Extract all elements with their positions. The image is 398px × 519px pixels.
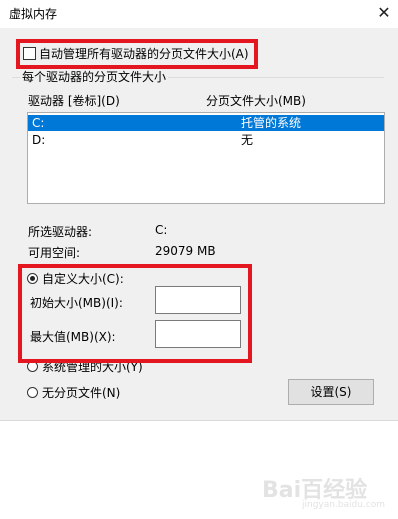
auto-manage-label[interactable]: 自动管理所有驱动器的分页文件大小(A) bbox=[39, 45, 249, 62]
title-bar: 虚拟内存 ✕ bbox=[0, 0, 398, 28]
free-space-value: 29079 MB bbox=[155, 244, 216, 258]
system-managed-label[interactable]: 系统管理的大小(Y) bbox=[42, 358, 143, 375]
drive-name: D: bbox=[32, 133, 46, 147]
drive-size: 无 bbox=[241, 133, 254, 147]
custom-size-radio[interactable] bbox=[27, 272, 38, 284]
drive-list[interactable]: C: 托管的系统 D: 无 bbox=[27, 112, 385, 204]
drives-group-title: 每个驱动器的分页文件大小 bbox=[20, 68, 169, 85]
initial-size-input[interactable] bbox=[155, 286, 241, 314]
no-paging-radio-row[interactable]: 无分页文件(N) bbox=[27, 384, 120, 400]
set-button[interactable]: 设置(S) bbox=[288, 379, 374, 405]
selected-drive-value: C: bbox=[155, 223, 168, 237]
virtual-memory-dialog: 虚拟内存 ✕ 自动管理所有驱动器的分页文件大小(A) 每个驱动器的分页文件大小 … bbox=[0, 0, 398, 421]
auto-manage-checkbox[interactable] bbox=[23, 46, 36, 60]
free-space-label: 可用空间: bbox=[28, 246, 81, 260]
drive-size: 托管的系统 bbox=[241, 116, 302, 130]
no-paging-radio[interactable] bbox=[27, 386, 38, 398]
watermark-url: jingyan.baidu.com bbox=[302, 500, 386, 510]
system-managed-radio-row[interactable]: 系统管理的大小(Y) bbox=[27, 358, 143, 374]
initial-size-label: 初始大小(MB)(I): bbox=[30, 296, 123, 310]
window-title: 虚拟内存 bbox=[9, 7, 58, 21]
drive-row-c[interactable]: C: 托管的系统 bbox=[28, 115, 384, 131]
max-size-label: 最大值(MB)(X): bbox=[30, 330, 116, 344]
no-paging-label[interactable]: 无分页文件(N) bbox=[42, 384, 120, 401]
auto-manage-checkbox-row[interactable]: 自动管理所有驱动器的分页文件大小(A) bbox=[23, 45, 249, 61]
system-managed-radio[interactable] bbox=[27, 360, 38, 372]
custom-size-label[interactable]: 自定义大小(C): bbox=[42, 270, 124, 287]
drive-row-d[interactable]: D: 无 bbox=[28, 132, 384, 148]
selected-drive-label: 所选驱动器: bbox=[28, 225, 93, 239]
drive-name: C: bbox=[32, 116, 45, 130]
custom-size-radio-row[interactable]: 自定义大小(C): bbox=[27, 270, 124, 286]
drive-column-header: 驱动器 [卷标](D) bbox=[28, 94, 120, 108]
size-column-header: 分页文件大小(MB) bbox=[206, 94, 306, 108]
max-size-input[interactable] bbox=[155, 320, 241, 348]
close-icon[interactable]: ✕ bbox=[372, 1, 396, 25]
